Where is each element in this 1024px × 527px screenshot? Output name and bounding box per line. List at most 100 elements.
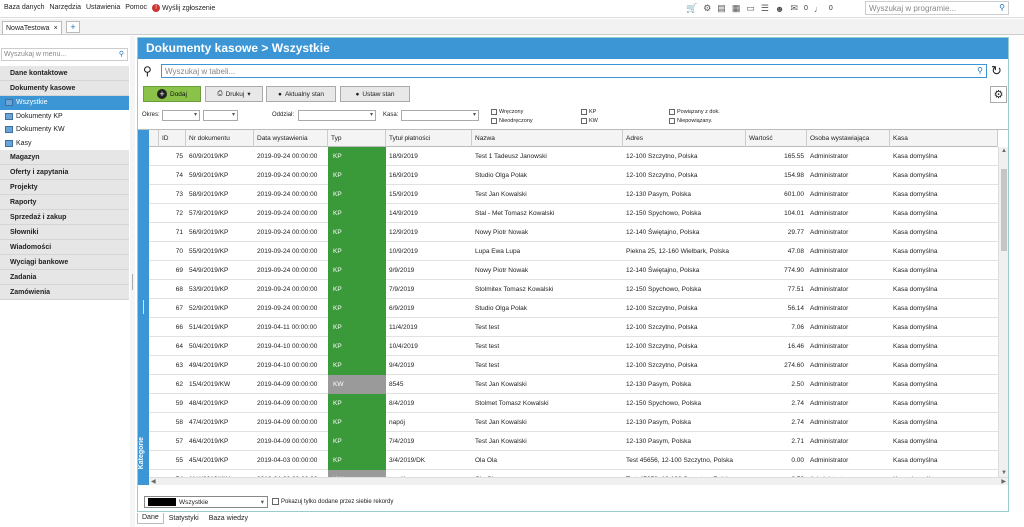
card-icon[interactable]: ▭ [746, 3, 755, 14]
column-header[interactable]: Kasa [890, 130, 998, 147]
column-header[interactable]: Typ [328, 130, 386, 147]
handed-checkbox[interactable]: Wręczony [491, 109, 523, 115]
search-icon[interactable]: ⚲ [999, 3, 1005, 12]
tab-baza-wiedzy[interactable]: Baza wiedzy [204, 513, 253, 524]
sidebar-item[interactable]: Wszystkie [0, 96, 129, 110]
search-icon[interactable]: ⚲ [977, 66, 983, 75]
scroll-left-icon[interactable]: ◀ [151, 478, 156, 486]
table-row[interactable]: 67 52/9/2019/KP 2019-09-24 00:00:00 KP 6/9/2… [149, 299, 998, 318]
sidebar-section[interactable]: Magazyn [0, 150, 129, 165]
menu-ustawienia[interactable]: Ustawienia [86, 4, 120, 12]
column-header[interactable]: Adres [623, 130, 746, 147]
table-row[interactable]: 5411/4/2019/KW2019-04-03 00:00:00KWnapój… [149, 470, 998, 477]
sidebar-item[interactable]: Kasy [0, 137, 129, 151]
color-filter-select[interactable]: Wszystkie ▾ [144, 496, 268, 508]
tab-statystyki[interactable]: Statystyki [164, 513, 204, 524]
sidebar-splitter[interactable] [130, 36, 135, 527]
table-row[interactable]: 66 51/4/2019/KP 2019-04-11 00:00:00 KP 11/4/… [149, 318, 998, 337]
kp-checkbox[interactable]: KP [581, 109, 596, 115]
cash-select[interactable]: ▾ [401, 110, 479, 121]
table-cell: 55/9/2019/KP [189, 248, 229, 255]
add-tab-button[interactable]: + [66, 21, 80, 33]
settings-icon[interactable]: ⚙ [703, 3, 711, 14]
tab-nowatestowa[interactable]: NowaTestowa × [2, 21, 62, 34]
document-icon[interactable]: ▤ [717, 3, 726, 14]
sidebar-section[interactable]: Dokumenty kasowe [0, 81, 129, 96]
table-row[interactable]: 69 54/9/2019/KP 2019-09-24 00:00:00 KP 9/9/2… [149, 261, 998, 280]
sidebar-section[interactable]: Sprzedaż i zakup [0, 210, 129, 225]
sidebar-section[interactable]: Wyciągi bankowe [0, 255, 129, 270]
global-search-input[interactable]: Wyszukaj w programie... ⚲ [865, 1, 1009, 15]
add-button[interactable]: + Dodaj [143, 86, 201, 102]
sidebar-section[interactable]: Raporty [0, 195, 129, 210]
column-header[interactable]: Osoba wystawiająca [807, 130, 890, 147]
table-row[interactable]: 64 50/4/2019/KP 2019-04-10 00:00:00 KP 10/4/… [149, 337, 998, 356]
table-row[interactable]: 72 57/9/2019/KP 2019-09-24 00:00:00 KP 14/9/… [149, 204, 998, 223]
sidebar-section[interactable]: Zadania [0, 270, 129, 285]
set-state-button[interactable]: ● Ustaw stan [340, 86, 410, 102]
cart-icon[interactable]: 🛒 [686, 3, 697, 14]
table-row[interactable]: 71 56/9/2019/KP 2019-09-24 00:00:00 KP 12/9/… [149, 223, 998, 242]
tab-dane[interactable]: Dane [137, 513, 164, 524]
column-header[interactable]: Wartość [746, 130, 807, 147]
print-button[interactable]: ⎙ Drukuj ▾ [205, 86, 263, 102]
table-row[interactable]: 57 46/4/2019/KP 2019-04-09 00:00:00 KP 7/4/2… [149, 432, 998, 451]
sidebar-section[interactable]: Projekty [0, 180, 129, 195]
calendar-icon[interactable]: ▦ [732, 3, 741, 14]
select-all-cell[interactable] [149, 130, 159, 147]
sidebar-item[interactable]: Dokumenty KP [0, 110, 129, 124]
mail-icon[interactable]: ✉ [790, 3, 798, 14]
table-row[interactable]: 55 45/4/2019/KP 2019-04-03 00:00:00 KP 3/4/2… [149, 451, 998, 470]
sidebar-section[interactable]: Dane kontaktowe [0, 66, 129, 81]
table-row[interactable]: 59 48/4/2019/KP 2019-04-09 00:00:00 KP 8/4/2… [149, 394, 998, 413]
menu-narzedzia[interactable]: Narzędzia [49, 4, 81, 12]
current-state-button[interactable]: ● Aktualny stan [266, 86, 336, 102]
column-header[interactable]: ID [159, 130, 186, 147]
vertical-scrollbar[interactable]: ▲ ▼ [998, 147, 1008, 477]
table-row[interactable]: 63 49/4/2019/KP 2019-04-10 00:00:00 KP 9/4/2… [149, 356, 998, 375]
scroll-up-icon[interactable]: ▲ [999, 147, 1009, 155]
refresh-icon[interactable]: ↻ [991, 63, 1002, 79]
sidebar-section[interactable]: Oferty i zapytania [0, 165, 129, 180]
table-row[interactable]: 68 53/9/2019/KP 2019-09-24 00:00:00 KP 7/9/2… [149, 280, 998, 299]
own-records-checkbox[interactable]: Pokazuj tylko dodane przez siebie rekord… [272, 498, 393, 505]
table-row[interactable]: 62 15/4/2019/KW 2019-04-09 00:00:00 KW 8545 T… [149, 375, 998, 394]
table-row[interactable]: 73 58/9/2019/KP 2019-09-24 00:00:00 KP 15/9/… [149, 185, 998, 204]
table-row[interactable]: 75 60/9/2019/KP 2019-09-24 00:00:00 KP 18/9/… [149, 147, 998, 166]
scroll-right-icon[interactable]: ▶ [1001, 478, 1006, 486]
sidebar-section[interactable]: Słowniki [0, 225, 129, 240]
period-from-select[interactable]: ▾ [162, 110, 200, 121]
sidebar-section[interactable]: Zamówienia [0, 285, 129, 300]
sidebar-section[interactable]: Wiadomości [0, 240, 129, 255]
bell-icon[interactable]: ♩ [814, 4, 823, 14]
table-search-input[interactable]: Wyszukaj w tabeli... ⚲ [161, 64, 987, 78]
kw-checkbox[interactable]: KW [581, 118, 598, 124]
column-header[interactable]: Nazwa [472, 130, 623, 147]
branch-select[interactable]: ▾ [298, 110, 376, 121]
column-header[interactable]: Nr dokumentu [186, 130, 254, 147]
unlinked-checkbox[interactable]: Niepowiązany. [669, 118, 712, 124]
column-header[interactable]: Data wystawienia [254, 130, 328, 147]
scroll-down-icon[interactable]: ▼ [999, 469, 1009, 477]
horizontal-scrollbar[interactable]: ◀ ▶ [149, 477, 1008, 485]
report-issue-button[interactable]: ! Wyślij zgłoszenie [152, 4, 215, 12]
list-icon[interactable]: ☰ [761, 3, 769, 14]
linked-checkbox[interactable]: Powiązany z dok. [669, 109, 720, 115]
table-row[interactable]: 74 59/9/2019/KP 2019-09-24 00:00:00 KP 16/9/… [149, 166, 998, 185]
column-header[interactable]: Tytuł płatności [386, 130, 472, 147]
scrollbar-thumb[interactable] [1001, 169, 1007, 251]
close-tab-icon[interactable]: × [54, 25, 58, 32]
table-row[interactable]: 70 55/9/2019/KP 2019-09-24 00:00:00 KP 10/9/… [149, 242, 998, 261]
menu-search-input[interactable]: Wyszukaj w menu... ⚲ [1, 48, 128, 61]
search-icon[interactable]: ⚲ [119, 50, 124, 58]
categories-panel-toggle[interactable]: Kategorie [138, 130, 149, 485]
not-handed-checkbox[interactable]: Nieodręczony [491, 118, 533, 124]
user-icon[interactable]: ☻ [775, 4, 784, 14]
table-row[interactable]: 58 47/4/2019/KP 2019-04-09 00:00:00 KP napój… [149, 413, 998, 432]
sidebar-item[interactable]: Dokumenty KW [0, 123, 129, 137]
gear-icon[interactable]: ⚙ [990, 86, 1007, 103]
menu-baza-danych[interactable]: Baza danych [4, 4, 44, 12]
period-to-select[interactable]: ▾ [203, 110, 238, 121]
folder-icon [5, 99, 13, 107]
menu-pomoc[interactable]: Pomoc [125, 4, 147, 12]
